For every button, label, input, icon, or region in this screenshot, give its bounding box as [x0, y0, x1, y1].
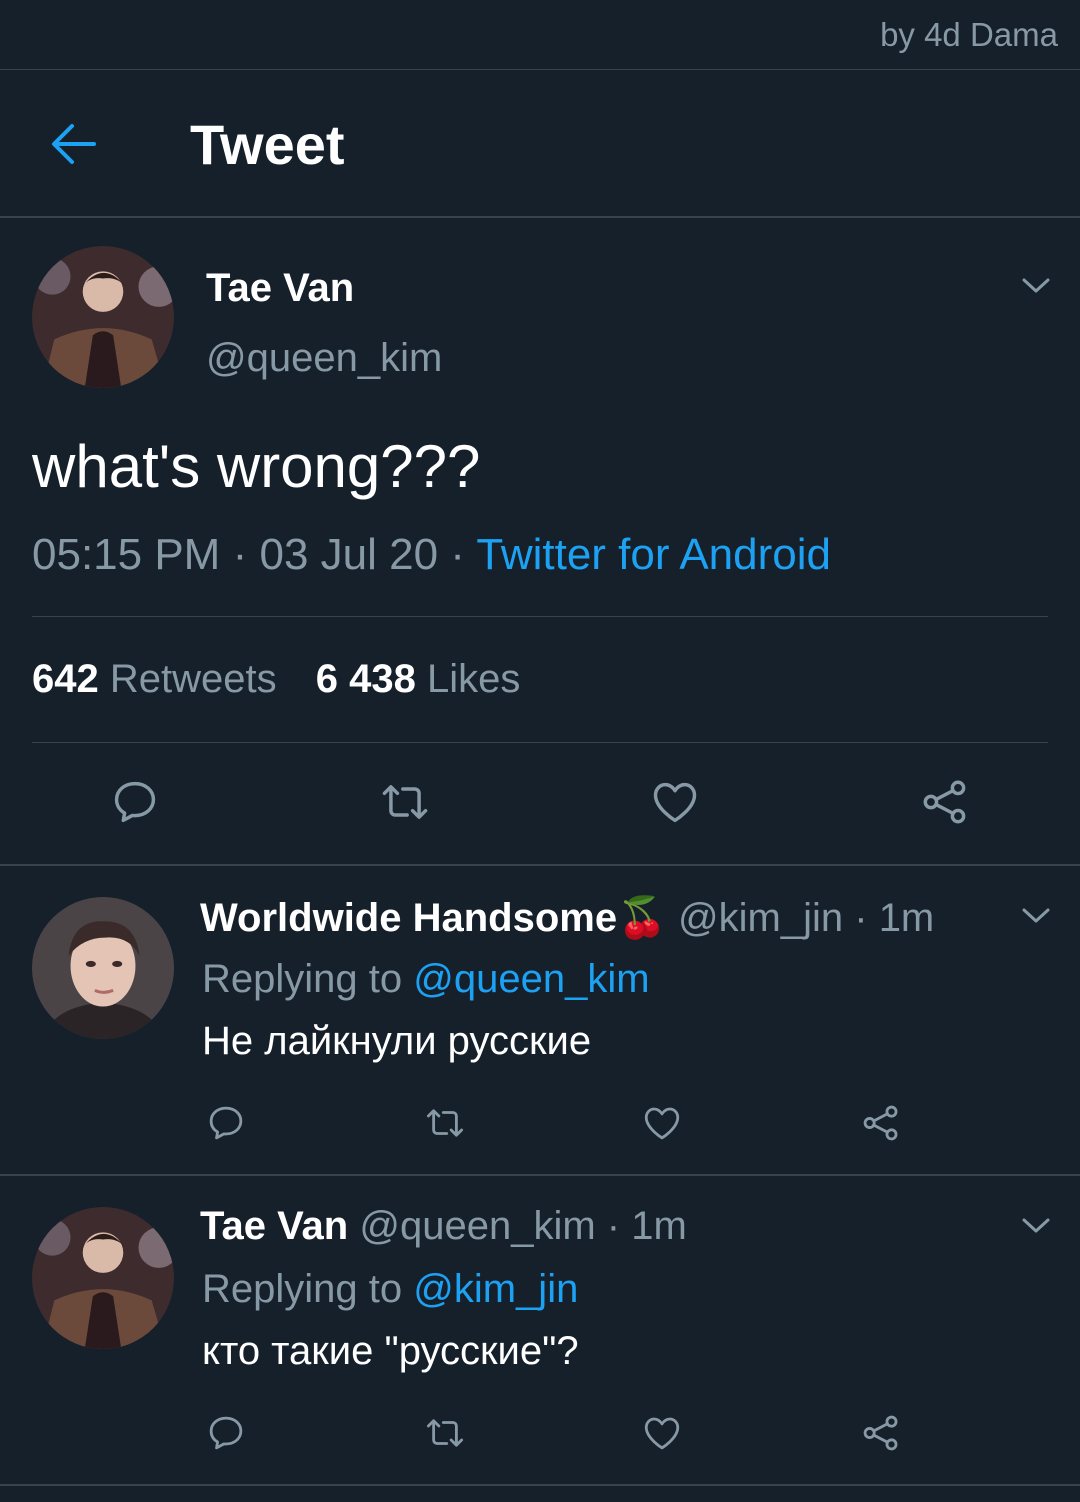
chevron-down-icon: [1021, 276, 1051, 296]
tweet-date: 03 Jul 20: [259, 530, 439, 579]
tweet-menu-button[interactable]: [1021, 276, 1051, 296]
retweets-stat[interactable]: 642 Retweets: [32, 657, 288, 701]
retweet-button[interactable]: [375, 776, 435, 833]
tweet-source-link[interactable]: Twitter for Android: [476, 530, 831, 579]
tweet-divider: [0, 864, 1080, 866]
reply-button[interactable]: [205, 1412, 247, 1459]
replying-label: Replying to: [202, 1267, 403, 1311]
header-divider: [0, 216, 1080, 218]
tweet-stats: 642 Retweets 6 438 Likes: [32, 657, 520, 702]
share-button[interactable]: [860, 1102, 902, 1149]
reply-button[interactable]: [109, 776, 161, 833]
replying-to: Replying to @queen_kim: [202, 957, 650, 1002]
retweet-button[interactable]: [421, 1102, 469, 1149]
retweets-label: Retweets: [109, 657, 277, 701]
tweet-meta: 05:15 PM · 03 Jul 20 · Twitter for Andro…: [32, 530, 831, 580]
retweet-icon: [375, 776, 435, 828]
back-arrow-icon: [52, 124, 96, 164]
back-button[interactable]: [50, 122, 98, 166]
retweet-button[interactable]: [421, 1412, 469, 1459]
reply-icon: [205, 1412, 247, 1454]
reply-time: 1m: [878, 896, 935, 940]
reply-text: кто такие "русские"?: [202, 1329, 579, 1373]
likes-label: Likes: [426, 657, 521, 701]
avatar[interactable]: [32, 246, 174, 388]
like-icon: [641, 1102, 683, 1144]
header-bar: Tweet: [0, 70, 1080, 217]
like-button[interactable]: [649, 776, 701, 833]
author-handle[interactable]: @queen_kim: [206, 336, 442, 381]
replying-to-link[interactable]: @kim_jin: [413, 1267, 578, 1311]
tweet-time: 05:15 PM: [32, 530, 221, 579]
share-button[interactable]: [919, 776, 971, 833]
author-handle[interactable]: @kim_jin: [678, 896, 843, 940]
author-name[interactable]: Tae Van: [200, 1204, 348, 1248]
avatar[interactable]: [32, 897, 174, 1039]
like-icon: [641, 1412, 683, 1454]
page-title: Tweet: [190, 113, 345, 176]
author-name[interactable]: Tae Van: [206, 266, 354, 311]
reply-header: Worldwide Handsome🍒 @kim_jin · 1m: [200, 894, 934, 941]
reply-header: Tae Van @queen_kim · 1m: [200, 1204, 687, 1249]
retweets-count: 642: [32, 657, 99, 701]
like-button[interactable]: [641, 1412, 683, 1459]
author-name[interactable]: Worldwide Handsome: [200, 896, 617, 940]
share-icon: [919, 776, 971, 828]
replying-to: Replying to @kim_jin: [202, 1267, 578, 1312]
share-icon: [860, 1102, 902, 1144]
separator: ·: [606, 1204, 621, 1248]
reply-divider: [0, 1174, 1080, 1176]
cherry-emoji: 🍒: [617, 896, 667, 940]
stats-divider: [32, 742, 1048, 743]
reply-button[interactable]: [205, 1102, 247, 1149]
reply-divider: [0, 1484, 1080, 1486]
retweet-icon: [421, 1412, 469, 1454]
reply-text: Не лайкнули русские: [202, 1019, 592, 1063]
reply-time: 1m: [631, 1204, 687, 1248]
likes-stat[interactable]: 6 438 Likes: [316, 657, 521, 701]
retweet-icon: [421, 1102, 469, 1144]
reply-icon: [205, 1102, 247, 1144]
likes-count: 6 438: [315, 657, 416, 701]
like-icon: [649, 776, 701, 828]
separator: ·: [232, 530, 248, 579]
like-button[interactable]: [641, 1102, 683, 1149]
tweet-menu-button[interactable]: [1021, 906, 1051, 926]
tweet-menu-button[interactable]: [1021, 1216, 1051, 1236]
meta-divider: [32, 616, 1048, 617]
replying-label: Replying to: [202, 957, 403, 1001]
separator: ·: [450, 530, 465, 579]
separator: ·: [854, 896, 868, 940]
share-button[interactable]: [860, 1412, 902, 1459]
chevron-down-icon: [1021, 906, 1051, 926]
share-icon: [860, 1412, 902, 1454]
reply-icon: [109, 776, 161, 828]
chevron-down-icon: [1021, 1216, 1051, 1236]
replying-to-link[interactable]: @queen_kim: [413, 957, 649, 1001]
avatar[interactable]: [32, 1207, 174, 1349]
author-handle[interactable]: @queen_kim: [359, 1204, 595, 1248]
watermark: by 4d Dama: [880, 16, 1058, 53]
tweet-text: what's wrong???: [32, 433, 481, 500]
